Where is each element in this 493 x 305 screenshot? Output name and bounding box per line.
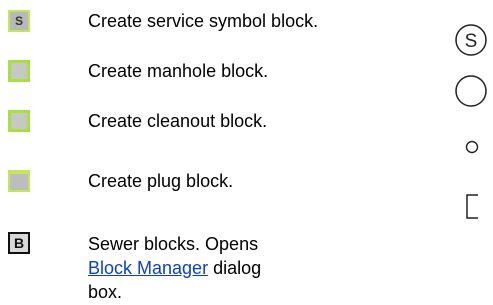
- cleanout-symbol-preview: [465, 140, 479, 154]
- service-symbol-label: Create service symbol block.: [88, 11, 319, 31]
- service-symbol-preview: S: [455, 24, 487, 56]
- service-symbol-icon[interactable]: S: [8, 10, 30, 32]
- cleanout-label: Create cleanout block.: [88, 111, 268, 131]
- manhole-symbol-preview: [455, 75, 487, 107]
- manhole-label: Create manhole block.: [88, 61, 269, 81]
- plug-icon-inner: [10, 174, 28, 190]
- plug-symbol-preview: [466, 194, 478, 219]
- sewer-blocks-text: Sewer blocks. Opens: [88, 234, 259, 254]
- cleanout-icon[interactable]: [8, 110, 30, 132]
- plug-icon[interactable]: [8, 170, 30, 192]
- block-icon[interactable]: B: [8, 232, 30, 254]
- sewer-blocks-label: Sewer blocks. Opens Block Manager dialog…: [88, 232, 278, 304]
- service-symbol-letter: S: [465, 31, 478, 52]
- plug-label: Create plug block.: [88, 171, 234, 191]
- manhole-icon[interactable]: [8, 60, 30, 82]
- block-manager-link[interactable]: Block Manager: [88, 258, 208, 278]
